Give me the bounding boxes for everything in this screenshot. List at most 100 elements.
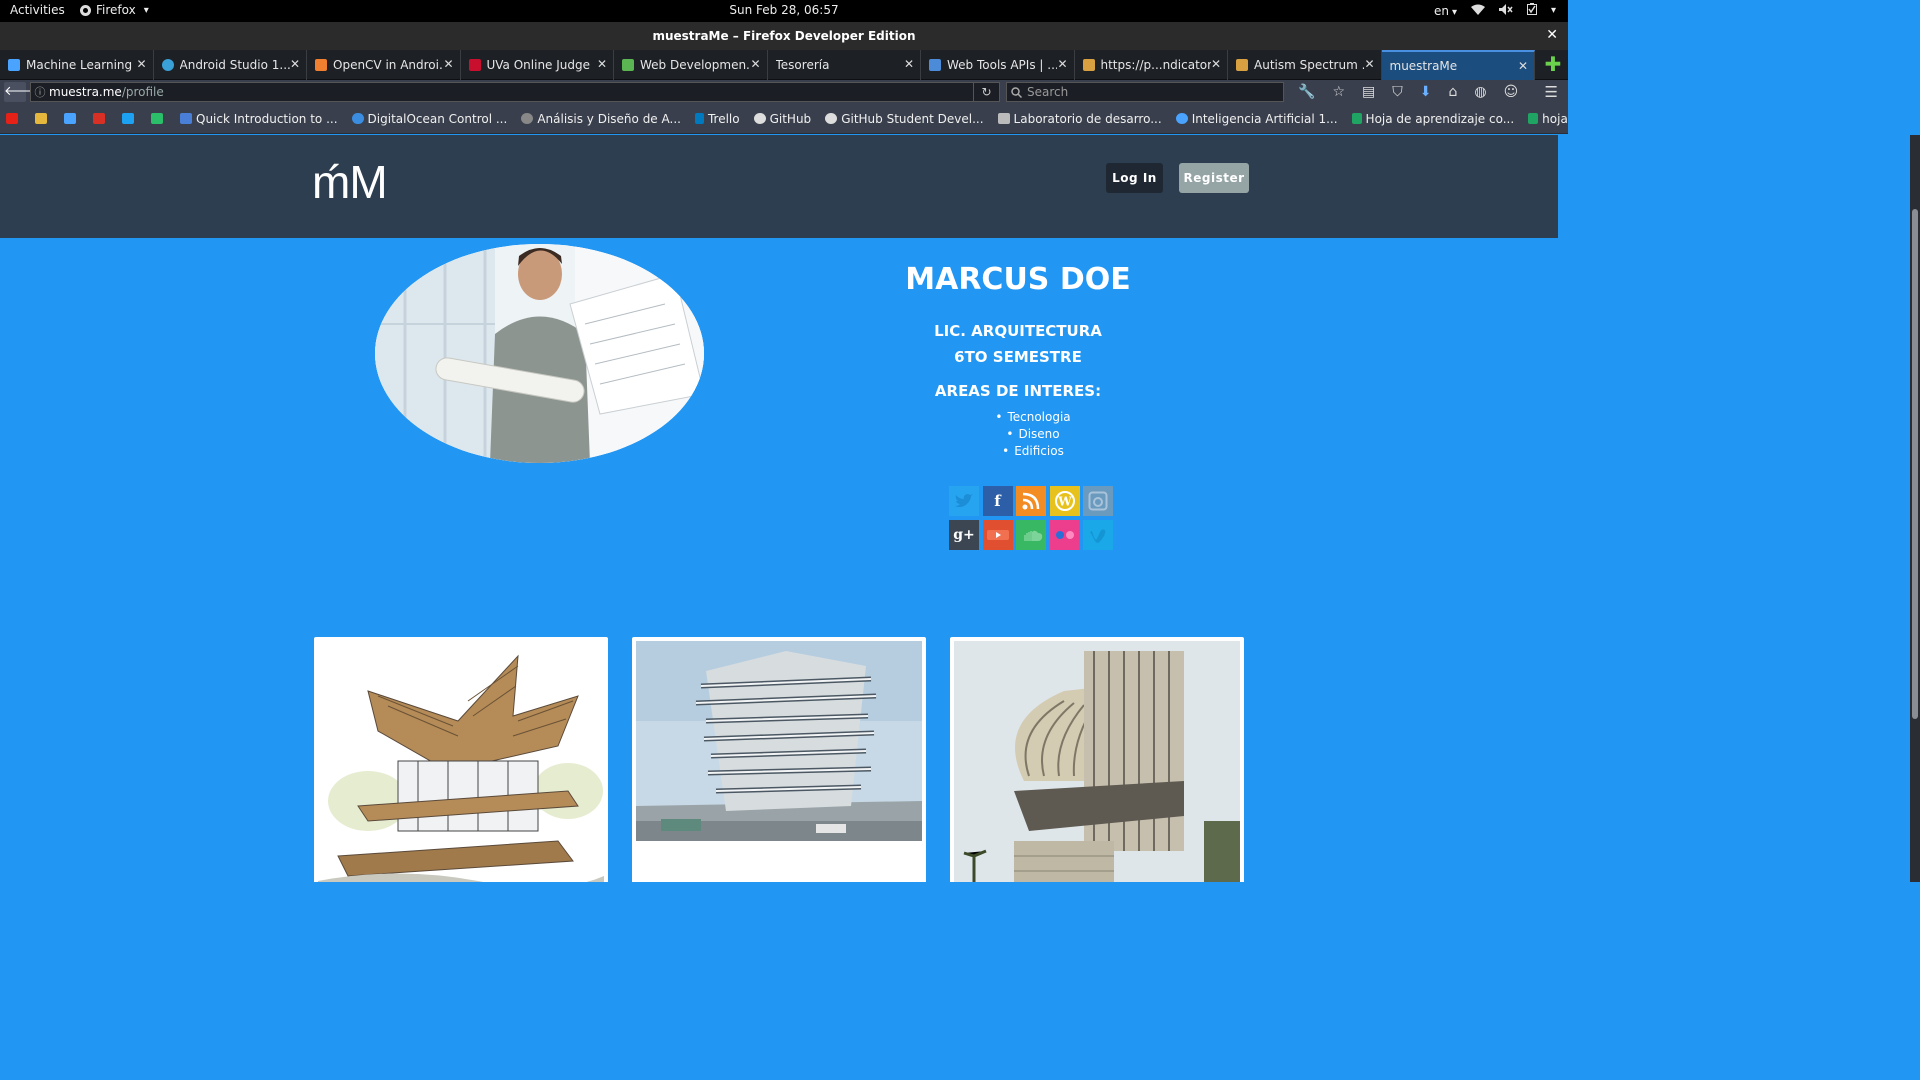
tab-web-development[interactable]: Web Developmen... ✕ [614, 50, 768, 80]
tab-close-icon[interactable]: ✕ [1211, 57, 1221, 71]
spreadsheet-icon [1528, 113, 1539, 124]
bookmark-label: Análisis y Diseño de A... [537, 111, 681, 126]
page-scrollbar[interactable] [1910, 135, 1920, 882]
bookmark-label: Inteligencia Artificial 1... [1191, 111, 1338, 126]
tab-close-icon[interactable]: ✕ [597, 57, 607, 71]
bookmark-twitter[interactable] [122, 113, 138, 124]
tab-machine-learning[interactable]: Machine Learning ... ✕ [0, 50, 154, 80]
tab-indicator[interactable]: https://p...ndicator/ ✕ [1075, 50, 1228, 80]
site-logo[interactable]: ḿM [312, 155, 388, 209]
twitter-icon[interactable] [949, 486, 979, 516]
bookmark-youtube[interactable] [6, 113, 22, 124]
tab-label: https://p...ndicator/ [1100, 58, 1211, 72]
tab-tesoreria[interactable]: Tesorería ✕ [768, 50, 921, 80]
bookmark-quick-introduction[interactable]: Quick Introduction to ... [180, 112, 338, 126]
tab-label: Tesorería [775, 58, 830, 72]
bookmark-github-student[interactable]: GitHub Student Devel... [825, 111, 984, 126]
bookmark-label: Laboratorio de desarro... [1013, 111, 1162, 126]
tab-close-icon[interactable]: ✕ [443, 57, 453, 71]
new-tab-icon[interactable]: ✚ [1538, 50, 1568, 80]
volume-muted-icon[interactable] [1498, 3, 1513, 18]
bookmark-digitalocean[interactable]: DigitalOcean Control ... [351, 112, 507, 126]
bookmark-laboratorio[interactable]: Laboratorio de desarro... [997, 111, 1162, 126]
bookmark-label: Hoja de aprendizaje co... [1365, 111, 1515, 126]
interest-item: Tecnologia [858, 410, 1178, 427]
project-card[interactable] [632, 637, 926, 882]
vimeo-icon[interactable] [1083, 520, 1113, 550]
app-menu-label: Firefox [96, 3, 136, 17]
tab-favicon-icon [468, 59, 481, 71]
tab-close-icon[interactable]: ✕ [1057, 57, 1067, 71]
youtube-icon[interactable] [982, 520, 1013, 550]
bookmark-gmail[interactable] [93, 113, 109, 124]
tab-close-icon[interactable]: ✕ [1518, 59, 1528, 73]
tab-close-icon[interactable]: ✕ [904, 57, 914, 71]
reading-list-icon[interactable]: ▤ [1362, 84, 1375, 100]
login-button[interactable]: Log In [1106, 163, 1163, 193]
facebook-glyph: f [994, 492, 1001, 510]
bookmark-shield[interactable] [35, 113, 51, 124]
bookmark-hoja-aprendizajes-indi[interactable]: hoja aprendizajes (indi... [1528, 112, 1568, 126]
bookmark-star-icon[interactable]: ☆ [1332, 84, 1345, 100]
rss-icon[interactable] [1016, 486, 1046, 516]
bookmark-trello[interactable]: Trello [694, 112, 740, 126]
bookmark-github[interactable]: GitHub [753, 112, 811, 126]
extension-icon[interactable]: ◍ [1474, 84, 1486, 100]
activities-button[interactable]: Activities [10, 3, 65, 17]
downloads-icon[interactable]: ⬇ [1420, 84, 1432, 100]
battery-icon[interactable] [1526, 3, 1537, 18]
project-image-tower-building [636, 641, 922, 882]
interests-heading: AREAS DE INTERES: [934, 382, 1102, 400]
clock[interactable]: Sun Feb 28, 06:57 [729, 3, 838, 17]
developer-tools-wrench-icon[interactable]: 🔧 [1298, 84, 1315, 100]
url-bar[interactable]: ⓘ muestra.me/profile ↻ [30, 82, 1000, 102]
register-button[interactable]: Register [1179, 163, 1249, 193]
tab-autism-spectrum[interactable]: Autism Spectrum ... ✕ [1228, 50, 1382, 80]
tab-opencv[interactable]: OpenCV in Androi... ✕ [307, 50, 461, 80]
bookmark-inteligencia-artificial[interactable]: Inteligencia Artificial 1... [1175, 111, 1338, 126]
scrollbar-thumb[interactable] [1912, 209, 1918, 719]
soundcloud-icon[interactable] [1016, 520, 1046, 550]
tab-close-icon[interactable]: ✕ [1364, 57, 1374, 71]
wordpress-icon[interactable]: W [1049, 486, 1080, 516]
system-menu-caret-icon[interactable]: ▾ [1551, 5, 1556, 16]
bookmark-medium[interactable] [151, 113, 167, 124]
back-arrow-icon[interactable]: 🡐 [4, 82, 39, 102]
window-title: muestraMe – Firefox Developer Edition [652, 29, 916, 43]
window-close-icon[interactable]: ✕ [1546, 27, 1558, 43]
language-indicator[interactable]: en [1434, 4, 1457, 18]
hamburger-menu-icon[interactable]: ☰ [1545, 83, 1558, 101]
bookmark-label: hoja aprendizajes (indi... [1542, 111, 1568, 126]
bookmark-favicon-icon [997, 113, 1010, 124]
bookmark-hoja-aprendizaje[interactable]: Hoja de aprendizaje co... [1351, 111, 1515, 126]
pocket-icon[interactable]: ⛉ [1392, 84, 1403, 100]
shield-icon [35, 113, 47, 124]
tab-label: Autism Spectrum ... [1254, 58, 1364, 72]
project-card[interactable] [314, 637, 608, 882]
bookmark-label: GitHub Student Devel... [841, 111, 984, 126]
spreadsheet-icon [1351, 113, 1362, 124]
google-plus-icon[interactable]: g+ [949, 520, 979, 550]
site-header: ḿM Log In Register [0, 135, 1558, 238]
flickr-icon[interactable] [1049, 520, 1080, 550]
site-info-icon[interactable]: ⓘ [31, 84, 49, 100]
wifi-icon[interactable] [1470, 4, 1485, 18]
bookmark-infinity[interactable] [64, 113, 80, 124]
facebook-icon[interactable]: f [982, 486, 1013, 516]
tab-close-icon[interactable]: ✕ [290, 57, 300, 71]
tab-uva-online-judge[interactable]: UVa Online Judge ✕ [461, 50, 614, 80]
search-input[interactable]: Search [1006, 82, 1284, 102]
profile-career: LIC. ARQUITECTURA [934, 322, 1102, 340]
tab-muestrame[interactable]: muestraMe ✕ [1381, 50, 1535, 80]
tab-close-icon[interactable]: ✕ [136, 57, 146, 71]
tab-web-tools-apis[interactable]: Web Tools APIs | ... ✕ [921, 50, 1075, 80]
tab-close-icon[interactable]: ✕ [750, 57, 760, 71]
reload-icon[interactable]: ↻ [973, 83, 999, 101]
tab-android-studio[interactable]: Android Studio 1.... ✕ [154, 50, 307, 80]
bookmark-analisis-diseno[interactable]: Análisis y Diseño de A... [521, 112, 681, 126]
home-icon[interactable]: ⌂ [1448, 84, 1457, 100]
chat-icon[interactable]: ☺ [1504, 84, 1519, 100]
project-card[interactable] [950, 637, 1244, 882]
app-menu[interactable]: Firefox [80, 3, 149, 17]
instagram-icon[interactable] [1083, 486, 1113, 516]
